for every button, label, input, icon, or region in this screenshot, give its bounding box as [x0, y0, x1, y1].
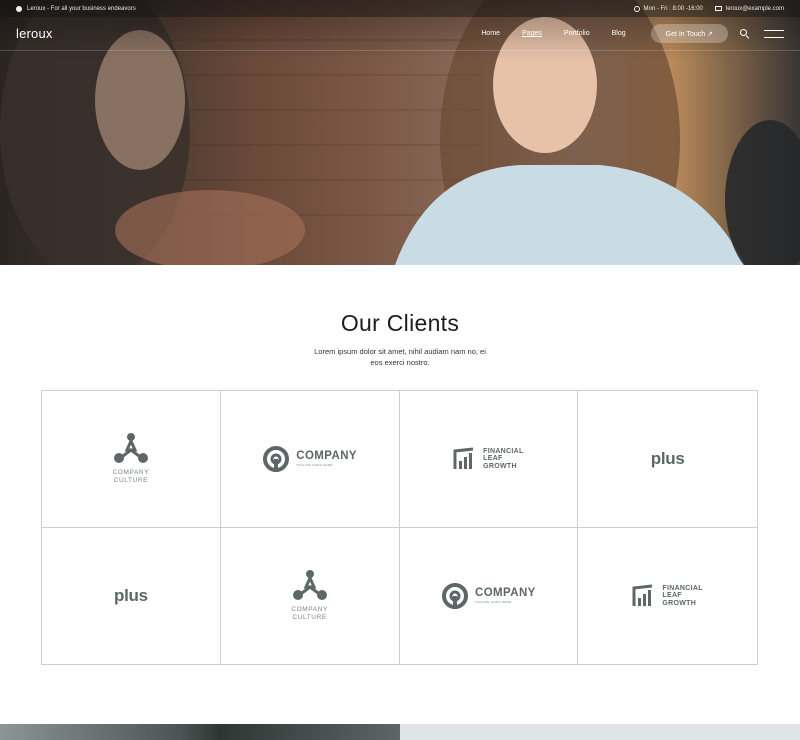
search-icon[interactable]	[740, 28, 750, 39]
site-logo[interactable]: leroux	[16, 26, 53, 41]
nav-item-home[interactable]: Home	[470, 30, 511, 37]
section-subtitle: Lorem ipsum dolor sit amet, nihil audiam…	[314, 347, 486, 367]
mail-icon	[714, 6, 722, 11]
client-cell[interactable]: FINANCIAL LEAF GROWTH	[399, 391, 579, 528]
logo-text: COMPANY	[112, 469, 150, 477]
get-in-touch-button[interactable]: Get In Touch ↗	[650, 24, 728, 43]
growth-chart-icon	[632, 584, 653, 606]
company-logo: COMPANY TAGLINE GOES HERE	[262, 445, 357, 473]
logo-tagline: TAGLINE GOES HERE	[296, 463, 333, 468]
chat-icon	[16, 5, 22, 12]
logo-text: GROWTH	[483, 462, 517, 470]
client-cell[interactable]: COMPANY TAGLINE GOES HERE	[400, 527, 579, 664]
topbar-email-link[interactable]: leroux@example.com	[726, 6, 784, 12]
main-navigation: leroux Home Pages Portfolio Blog Get In …	[0, 17, 800, 51]
logo-text: CULTURE	[292, 614, 327, 622]
next-section-panel	[400, 724, 800, 740]
client-cell[interactable]: COMPANY TAGLINE GOES HERE	[220, 391, 400, 528]
top-info-bar: Leroux - For all your business endeavors…	[0, 0, 800, 17]
logo-text: CULTURE	[113, 477, 149, 485]
client-cell[interactable]: plus	[578, 391, 757, 528]
hero-banner: Leroux - For all your business endeavors…	[0, 0, 800, 265]
logo-text: FINANCIAL	[662, 584, 703, 592]
logo-text: COMPANY	[475, 587, 536, 600]
company-ring-icon	[263, 445, 290, 472]
topbar-tagline: Leroux - For all your business endeavors	[27, 5, 136, 12]
clients-logo-grid: COMPANY CULTURE COMPANY TAGLINE GOES HER…	[41, 390, 758, 665]
get-in-touch-label: Get In Touch ↗	[665, 30, 713, 38]
logo-tagline: TAGLINE GOES HERE	[475, 600, 512, 605]
client-cell[interactable]: plus	[42, 527, 221, 664]
logo-text: LEAF	[662, 592, 682, 599]
client-cell[interactable]: FINANCIAL LEAF GROWTH	[578, 528, 757, 665]
client-cell[interactable]: COMPANY CULTURE	[42, 391, 221, 528]
company-culture-logo: COMPANY CULTURE	[291, 569, 328, 622]
growth-chart-icon	[453, 447, 474, 469]
next-section-image	[0, 724, 400, 740]
nav-item-blog[interactable]: Blog	[601, 30, 637, 37]
company-culture-icon	[292, 570, 327, 601]
plus-logo: plus	[114, 585, 148, 605]
company-culture-logo: COMPANY CULTURE	[113, 432, 150, 485]
company-ring-icon	[442, 582, 468, 609]
logo-text: LEAF	[483, 455, 503, 462]
logo-text: COMPANY	[296, 450, 357, 463]
nav-item-portfolio[interactable]: Portfolio	[553, 30, 601, 37]
plus-logo: plus	[650, 448, 685, 468]
clock-icon	[633, 5, 640, 12]
topbar-hours: Mon - Fri : 8:00 -16:00	[643, 5, 703, 12]
financial-leaf-logo: FINANCIAL LEAF GROWTH	[632, 584, 703, 608]
nav-menu: Home Pages Portfolio Blog	[470, 30, 636, 37]
company-logo: COMPANY TAGLINE GOES HERE	[441, 582, 536, 610]
hamburger-icon[interactable]	[764, 29, 784, 38]
client-cell[interactable]: COMPANY CULTURE	[221, 527, 400, 664]
logo-text: FINANCIAL	[483, 447, 524, 455]
logo-text: GROWTH	[662, 599, 697, 607]
nav-item-pages[interactable]: Pages	[511, 30, 553, 37]
company-culture-icon	[113, 433, 148, 464]
logo-text: COMPANY	[291, 606, 328, 614]
financial-leaf-logo: FINANCIAL LEAF GROWTH	[453, 447, 523, 471]
section-title: Our Clients	[340, 310, 460, 336]
